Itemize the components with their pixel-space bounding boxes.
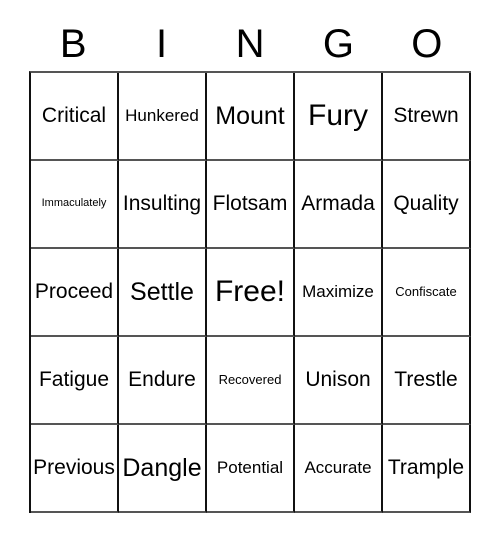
bingo-cell-g1[interactable]: Fury [295, 73, 383, 161]
bingo-cell-label: Trample [387, 455, 465, 479]
bingo-header-row: B I N G O [29, 16, 471, 71]
bingo-cell-g2[interactable]: Armada [295, 161, 383, 249]
bingo-cell-label: Critical [41, 103, 107, 127]
bingo-cell-o5[interactable]: Trample [383, 425, 471, 513]
bingo-card: B I N G O Critical Hunkered Mount Fury S… [0, 0, 500, 544]
bingo-cell-label: Maximize [302, 282, 374, 302]
bingo-cell-label: Strewn [393, 103, 459, 127]
bingo-cell-b5[interactable]: Previous [31, 425, 119, 513]
bingo-cell-i2[interactable]: Insulting [119, 161, 207, 249]
bingo-header-letter-b: B [59, 21, 87, 66]
bingo-cell-label: Immaculately [41, 197, 107, 210]
bingo-cell-label: Mount [215, 101, 285, 130]
bingo-cell-g5[interactable]: Accurate [295, 425, 383, 513]
bingo-cell-o1[interactable]: Strewn [383, 73, 471, 161]
bingo-cell-label: Proceed [34, 279, 114, 303]
bingo-cell-n5[interactable]: Potential [207, 425, 295, 513]
bingo-header-letter-n: N [235, 21, 265, 66]
bingo-cell-n2[interactable]: Flotsam [207, 161, 295, 249]
bingo-cell-label: Insulting [122, 191, 202, 215]
bingo-cell-label: Settle [130, 277, 194, 306]
bingo-cell-label: Accurate [304, 458, 372, 478]
bingo-cell-label: Unison [305, 367, 371, 391]
bingo-row: Proceed Settle Free! Maximize Confiscate [31, 249, 471, 337]
bingo-cell-i5[interactable]: Dangle [119, 425, 207, 513]
bingo-row: Critical Hunkered Mount Fury Strewn [31, 73, 471, 161]
bingo-header-letter-o: O [411, 21, 443, 66]
bingo-free-space-label: Free! [214, 275, 286, 309]
bingo-cell-label: Confiscate [395, 284, 457, 300]
bingo-cell-label: Dangle [122, 453, 202, 482]
bingo-header-letter-i: I [156, 21, 168, 66]
bingo-cell-i1[interactable]: Hunkered [119, 73, 207, 161]
bingo-cell-label: Flotsam [212, 191, 288, 215]
bingo-cell-o2[interactable]: Quality [383, 161, 471, 249]
bingo-cell-label: Potential [216, 458, 284, 478]
bingo-row: Previous Dangle Potential Accurate Tramp… [31, 425, 471, 513]
bingo-header-letter-g: G [322, 21, 354, 66]
bingo-cell-g4[interactable]: Unison [295, 337, 383, 425]
bingo-cell-label: Hunkered [125, 106, 199, 126]
bingo-cell-b3[interactable]: Proceed [31, 249, 119, 337]
bingo-cell-i3[interactable]: Settle [119, 249, 207, 337]
bingo-cell-free-space[interactable]: Free! [207, 249, 295, 337]
bingo-cell-label: Endure [128, 367, 196, 391]
bingo-cell-b4[interactable]: Fatigue [31, 337, 119, 425]
bingo-grid: Critical Hunkered Mount Fury Strewn Imma… [29, 71, 471, 513]
bingo-cell-label: Armada [301, 191, 375, 215]
bingo-row: Immaculately Insulting Flotsam Armada Qu… [31, 161, 471, 249]
bingo-cell-label: Previous [33, 455, 115, 479]
bingo-cell-label: Quality [393, 191, 459, 215]
bingo-row: Fatigue Endure Recovered Unison Trestle [31, 337, 471, 425]
bingo-cell-b1[interactable]: Critical [31, 73, 119, 161]
bingo-cell-o4[interactable]: Trestle [383, 337, 471, 425]
bingo-cell-label: Fatigue [38, 367, 110, 391]
bingo-cell-label: Fury [308, 99, 368, 133]
bingo-cell-n1[interactable]: Mount [207, 73, 295, 161]
bingo-cell-label: Trestle [394, 367, 458, 391]
bingo-cell-o3[interactable]: Confiscate [383, 249, 471, 337]
bingo-cell-b2[interactable]: Immaculately [31, 161, 119, 249]
bingo-cell-g3[interactable]: Maximize [295, 249, 383, 337]
bingo-cell-i4[interactable]: Endure [119, 337, 207, 425]
bingo-cell-n4[interactable]: Recovered [207, 337, 295, 425]
bingo-cell-label: Recovered [218, 372, 282, 388]
